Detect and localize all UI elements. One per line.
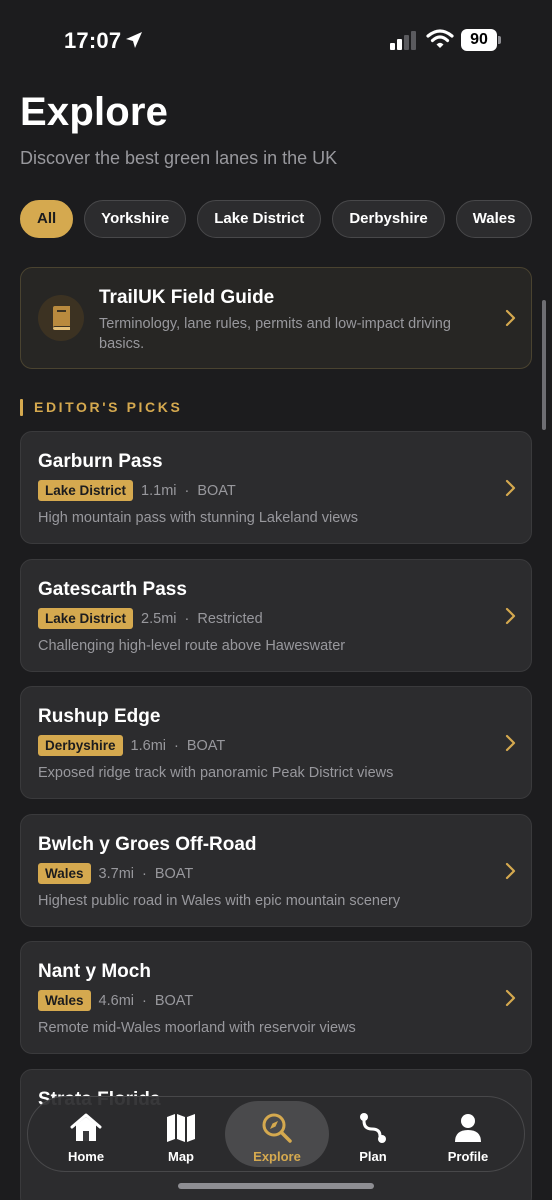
route-meta: Lake District 1.1mi · BOAT [38,480,236,501]
route-card[interactable]: Garburn Pass Lake District 1.1mi · BOAT … [20,431,532,544]
route-distance: 4.6mi [98,992,134,1009]
route-type: BOAT [154,992,194,1009]
route-card[interactable]: Nant y Moch Wales 4.6mi · BOAT Remote mi… [20,941,532,1054]
separator-dot: · [142,865,147,882]
route-meta: Wales 3.7mi · BOAT [38,863,193,884]
chevron-right-icon [505,862,516,880]
route-name: Garburn Pass [38,451,163,472]
home-indicator[interactable] [178,1183,374,1189]
book-icon [53,306,70,330]
book-icon-badge [38,295,84,341]
route-type: BOAT [197,482,236,499]
page-title: Explore [20,90,169,134]
section-title: EDITOR'S PICKS [34,399,183,415]
chip-wales[interactable]: Wales [455,200,533,238]
status-time: 17:07 [64,28,122,53]
battery-level: 90 [461,29,497,51]
chevron-right-icon [505,309,516,327]
route-meta: Derbyshire 1.6mi · BOAT [38,735,225,756]
route-card[interactable]: Bwlch y Groes Off-Road Wales 3.7mi · BOA… [20,814,532,927]
separator-dot: · [174,737,179,754]
route-name: Nant y Moch [38,961,151,982]
region-badge: Wales [38,990,91,1011]
region-badge: Lake District [38,608,134,629]
map-icon [167,1114,195,1142]
chip-lake-district[interactable]: Lake District [197,200,322,238]
battery-icon [498,36,501,44]
section-accent-bar [20,399,23,416]
tab-home[interactable]: Home [36,1101,136,1167]
route-meta: Wales 4.6mi · BOAT [38,990,193,1011]
chip-derbyshire[interactable]: Derbyshire [332,200,445,238]
location-arrow-icon [126,32,142,48]
field-guide-card[interactable]: TrailUK Field Guide Terminology, lane ru… [20,267,532,369]
route-description: Remote mid-Wales moorland with reservoir… [38,1020,356,1036]
chip-all[interactable]: All [20,200,74,238]
tab-label: Home [67,1149,105,1164]
tab-label: Profile [447,1149,489,1164]
route-description: Challenging high-level route above Hawes… [38,638,346,654]
field-guide-title: TrailUK Field Guide [99,287,275,308]
tab-profile[interactable]: Profile [418,1101,518,1167]
route-distance: 1.1mi [141,482,177,499]
route-type: BOAT [154,865,194,882]
tab-explore[interactable]: Explore [225,1101,329,1167]
home-icon [70,1113,102,1141]
separator-dot: · [142,992,147,1009]
route-distance: 3.7mi [98,865,134,882]
route-name: Rushup Edge [38,706,161,727]
person-icon [455,1114,481,1142]
route-distance: 2.5mi [141,610,177,627]
chip-yorkshire[interactable]: Yorkshire [84,200,187,238]
chevron-right-icon [505,989,516,1007]
chevron-right-icon [505,479,516,497]
route-description: Highest public road in Wales with epic m… [38,893,401,909]
field-guide-description: Terminology, lane rules, permits and low… [99,316,451,352]
explore-screen: 17:07 90 Explore Discover the best green… [0,0,552,1200]
route-distance: 1.6mi [130,737,167,754]
region-filter-chips: All Yorkshire Lake District Derbyshire W… [20,200,533,238]
tab-map[interactable]: Map [131,1101,231,1167]
separator-dot: · [184,482,190,499]
route-description: Exposed ridge track with panoramic Peak … [38,765,394,781]
route-meta: Lake District 2.5mi · Restricted [38,608,263,629]
tab-label: Map [168,1149,194,1164]
page-subtitle: Discover the best green lanes in the UK [20,148,338,168]
wifi-icon [426,29,454,48]
region-badge: Wales [38,863,91,884]
route-card[interactable]: Rushup Edge Derbyshire 1.6mi · BOAT Expo… [20,686,532,799]
route-card[interactable]: Gatescarth Pass Lake District 2.5mi · Re… [20,559,532,672]
tab-label: Explore [253,1149,301,1164]
route-name: Gatescarth Pass [38,579,187,600]
status-bar: 17:07 90 [0,0,552,80]
explore-icon [262,1113,292,1143]
region-badge: Derbyshire [38,735,123,756]
route-type: Restricted [197,610,263,627]
cellular-signal-icon [390,31,416,50]
route-type: BOAT [186,737,226,754]
route-description: High mountain pass with stunning Lakelan… [38,510,358,526]
region-badge: Lake District [38,480,134,501]
tab-label: Plan [359,1149,387,1164]
chevron-right-icon [505,734,516,752]
route-icon [360,1113,386,1143]
separator-dot: · [184,610,190,627]
scroll-indicator[interactable] [542,300,546,430]
route-name: Bwlch y Groes Off-Road [38,834,257,855]
tab-bar: Home Map Explore Plan Profile [27,1096,525,1172]
chevron-right-icon [505,607,516,625]
tab-plan[interactable]: Plan [323,1101,423,1167]
